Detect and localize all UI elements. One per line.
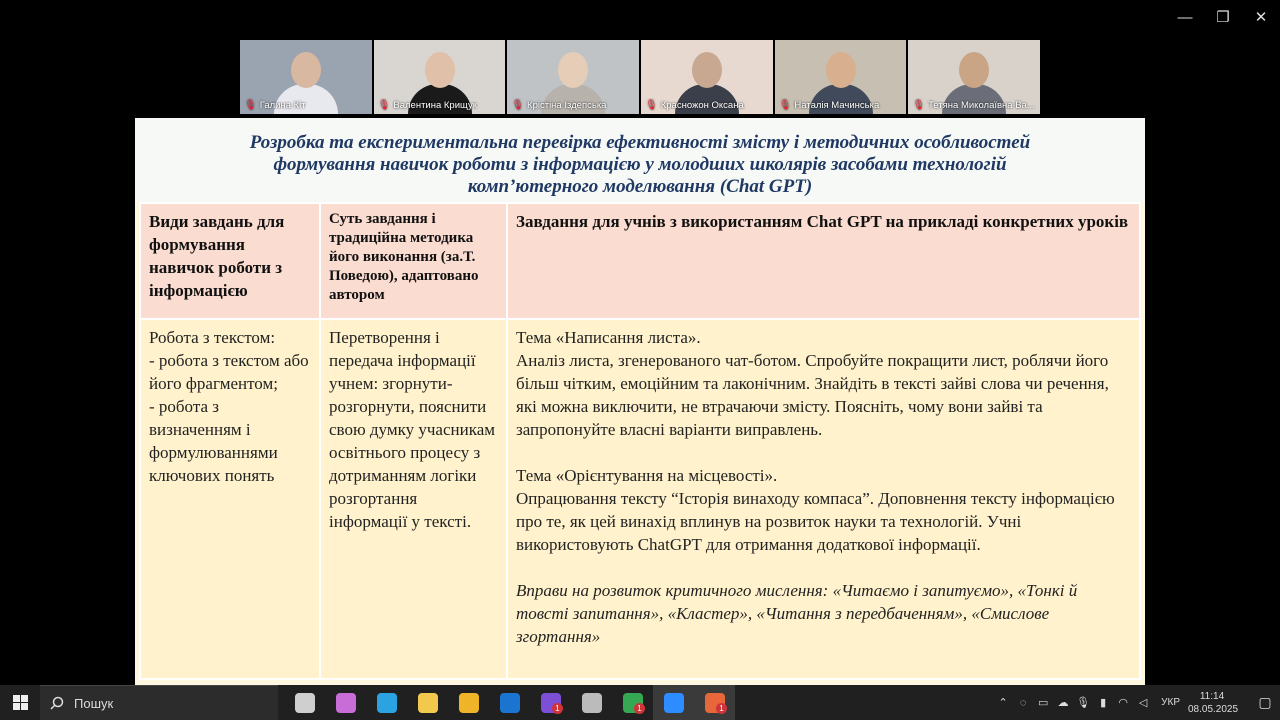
participant-name: Наталія Мачинська [794, 99, 880, 111]
participant-avatar-face [825, 52, 856, 88]
participant-name-bar: 🎙 Тетяна Миколаївна Ва... [912, 98, 1036, 112]
task-table: Види завдань для формування навичок робо… [139, 202, 1141, 680]
chevron-up-icon[interactable]: ⌃ [993, 696, 1013, 709]
cell-task-essence: Перетворення і передача інформації учнем… [319, 318, 508, 680]
participant-name: Тетяна Миколаївна Ва... [928, 99, 1035, 111]
minimize-button[interactable]: — [1166, 0, 1204, 34]
notification-badge: 1 [634, 703, 645, 714]
cell-chatgpt-tasks: Тема «Написання листа». Аналіз листа, зг… [506, 318, 1141, 680]
taskbar-app-task-view[interactable] [284, 685, 325, 720]
participant-name: Крістіна Іздепська [527, 99, 607, 111]
participant-name-bar: 🎙 Галина Кіт [244, 98, 368, 112]
edge-icon [376, 692, 397, 713]
participant-avatar-face [558, 52, 589, 88]
notifications-icon[interactable]: ▢ [1250, 694, 1280, 711]
participant-name-bar: 🎙 Наталія Мачинська [779, 98, 903, 112]
participant-tile[interactable]: 🎙 Наталія Мачинська [774, 40, 907, 114]
table-row: Робота з текстом: - робота з текстом або… [139, 318, 1141, 680]
slide-title-line-2: формування навичок роботи з інформацією … [273, 154, 1007, 175]
zoom-icon [663, 692, 684, 713]
taskbar-app-settings[interactable] [571, 685, 612, 720]
slide-title: Розробка та експериментальна перевірка е… [135, 118, 1145, 202]
clock-time: 11:14 [1199, 690, 1225, 702]
taskbar-app-copilot[interactable] [325, 685, 366, 720]
mic-muted-icon: 🎙 [912, 99, 926, 111]
taskbar-apps: 1 1 1 [284, 685, 735, 720]
mic-muted-icon: 🎙 [778, 99, 792, 111]
clock-date: 08.05.2025 [1188, 703, 1239, 715]
participant-tile[interactable]: 🎙 Галина Кіт [240, 40, 372, 114]
lesson-letter: Тема «Написання листа». Аналіз листа, зг… [516, 328, 1109, 439]
participant-avatar-face [691, 52, 722, 88]
participant-strip: 🎙 Галина Кіт 🎙 Валентина Крищук 🎙 Крістіна Із… [240, 40, 1041, 114]
taskbar-app-viber[interactable]: 1 [530, 685, 571, 720]
wifi-icon[interactable]: ◠ [1113, 696, 1133, 709]
language-indicator[interactable]: УКР [1161, 697, 1180, 708]
search-icon [50, 696, 64, 710]
participant-tile[interactable]: 🎙 Валентина Крищук [373, 40, 506, 114]
shared-slide: Розробка та експериментальна перевірка е… [135, 118, 1145, 686]
cloud-icon[interactable]: ☁ [1053, 696, 1073, 709]
mic-muted-icon: 🎙 [244, 99, 257, 111]
participant-name-bar: 🎙 Красножон Оксана [645, 98, 769, 112]
taskbar-search[interactable]: Пошук [40, 685, 278, 720]
notification-badge: 1 [716, 703, 727, 714]
participant-avatar-face [424, 52, 455, 88]
network-icon[interactable]: ◌ [1013, 697, 1033, 709]
taskbar-app-telegram[interactable]: 1 [694, 685, 735, 720]
slide-title-line-3: комп’ютерного моделювання (Chat GPT) [467, 176, 813, 197]
mic-muted-icon: 🎙 [511, 99, 525, 111]
taskbar: Пошук 1 1 1 ⌃ ◌ ▭ ☁ 🎙 ▮ ◠ ◁ УКР 11:14 08.0… [0, 685, 1280, 720]
participant-avatar-face [290, 52, 321, 88]
critical-thinking-exercises: Вправи на розвиток критичного мислення: … [516, 581, 1078, 646]
system-tray: ⌃ ◌ ▭ ☁ 🎙 ▮ ◠ ◁ УКР 11:14 08.05.2025 ▢ [993, 685, 1280, 720]
taskbar-app-edge[interactable] [366, 685, 407, 720]
volume-icon[interactable]: ◁ [1133, 696, 1153, 709]
notification-badge: 1 [552, 703, 563, 714]
lesson-orientation: Тема «Орієнтування на місцевості». Опрац… [516, 466, 1115, 554]
close-button[interactable]: ✕ [1242, 0, 1280, 34]
battery-icon[interactable]: ▮ [1093, 696, 1113, 709]
mic-muted-icon: 🎙 [645, 99, 658, 111]
participant-name: Валентина Крищук [393, 99, 477, 111]
participant-name: Галина Кіт [259, 99, 306, 111]
header-chatgpt-tasks: Завдання для учнів з використанням Chat … [506, 202, 1141, 320]
participant-name-bar: 🎙 Крістіна Іздепська [511, 98, 635, 112]
taskbar-app-file-explorer[interactable] [448, 685, 489, 720]
table-header-row: Види завдань для формування навичок робо… [139, 202, 1141, 320]
participant-name: Красножон Оксана [660, 99, 744, 111]
taskbar-app-chrome[interactable]: 1 [612, 685, 653, 720]
participant-tile[interactable]: 🎙 Красножон Оксана [641, 40, 773, 114]
search-placeholder: Пошук [74, 695, 114, 711]
file-explorer-icon [458, 692, 479, 713]
window-controls: — ❐ ✕ [1166, 0, 1280, 34]
participant-tile[interactable]: 🎙 Крістіна Іздепська [507, 40, 640, 114]
clock[interactable]: 11:14 08.05.2025 [1188, 690, 1239, 716]
participant-name-bar: 🎙 Валентина Крищук [378, 98, 502, 112]
slide-title-line-1: Розробка та експериментальна перевірка е… [249, 132, 1031, 153]
settings-icon [581, 692, 602, 713]
participant-avatar-face [959, 52, 990, 88]
participant-tile[interactable]: 🎙 Тетяна Миколаївна Ва... [908, 40, 1041, 114]
task-view-icon [294, 692, 315, 713]
mic-muted-icon: 🎙 [377, 99, 391, 111]
restore-button[interactable]: ❐ [1204, 0, 1242, 34]
header-task-essence: Суть завдання і традиційна методика його… [319, 202, 508, 320]
taskbar-app-zoom[interactable] [653, 685, 694, 720]
microphone-icon[interactable]: 🎙 [1073, 696, 1093, 709]
outlook-icon [499, 692, 520, 713]
taskbar-app-store[interactable] [407, 685, 448, 720]
copilot-icon [335, 692, 356, 713]
store-icon [417, 692, 438, 713]
windows-logo-icon [12, 695, 28, 710]
start-button[interactable] [0, 685, 40, 720]
taskbar-app-outlook[interactable] [489, 685, 530, 720]
display-icon[interactable]: ▭ [1033, 696, 1053, 709]
cell-task-types: Робота з текстом: - робота з текстом або… [139, 318, 321, 680]
header-task-types: Види завдань для формування навичок робо… [139, 202, 321, 320]
